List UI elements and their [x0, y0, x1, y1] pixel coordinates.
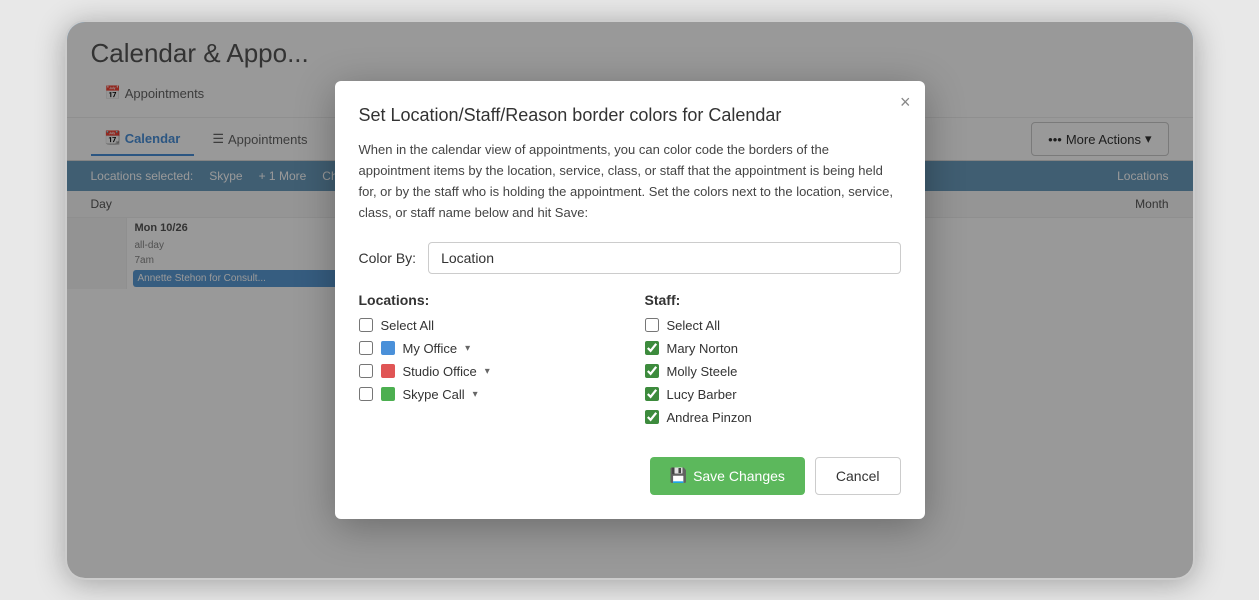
- staff-molly-steele-row: Molly Steele: [645, 364, 901, 379]
- staff-lucy-barber-checkbox[interactable]: [645, 387, 659, 401]
- locations-column: Locations: Select All My Office ▾: [359, 292, 615, 433]
- location-my-office-label: My Office: [403, 341, 458, 356]
- staff-mary-norton-label: Mary Norton: [667, 341, 739, 356]
- location-skype-call-row: Skype Call ▾: [359, 387, 615, 402]
- columns-row: Locations: Select All My Office ▾: [359, 292, 901, 433]
- skype-call-color-swatch[interactable]: [381, 387, 395, 401]
- staff-column-title: Staff:: [645, 292, 901, 308]
- location-skype-call-checkbox[interactable]: [359, 387, 373, 401]
- color-by-value-text: Location: [441, 250, 494, 266]
- staff-column: Staff: Select All Mary Norton Molly Stee…: [645, 292, 901, 433]
- modal-overlay: × Set Location/Staff/Reason border color…: [67, 22, 1193, 578]
- staff-select-all-row: Select All: [645, 318, 901, 333]
- color-by-dropdown[interactable]: Location: [428, 242, 900, 274]
- location-studio-office-label: Studio Office: [403, 364, 477, 379]
- staff-andrea-pinzon-row: Andrea Pinzon: [645, 410, 901, 425]
- ipad-frame: iPad 10:30 PM 100% ⊕ TimeTap Appointment…: [65, 20, 1195, 580]
- staff-select-all-label: Select All: [667, 318, 720, 333]
- my-office-dropdown-arrow[interactable]: ▾: [465, 343, 470, 354]
- location-studio-office-row: Studio Office ▾: [359, 364, 615, 379]
- location-select-all-label: Select All: [381, 318, 434, 333]
- staff-lucy-barber-row: Lucy Barber: [645, 387, 901, 402]
- skype-call-dropdown-arrow[interactable]: ▾: [473, 389, 478, 400]
- staff-andrea-pinzon-label: Andrea Pinzon: [667, 410, 752, 425]
- location-studio-office-checkbox[interactable]: [359, 364, 373, 378]
- staff-lucy-barber-label: Lucy Barber: [667, 387, 737, 402]
- modal-dialog: × Set Location/Staff/Reason border color…: [335, 81, 925, 518]
- save-label: Save Changes: [693, 468, 785, 484]
- studio-office-dropdown-arrow[interactable]: ▾: [485, 366, 490, 377]
- color-by-label: Color By:: [359, 250, 417, 266]
- modal-footer: 💾 Save Changes Cancel: [359, 457, 901, 495]
- location-my-office-checkbox[interactable]: [359, 341, 373, 355]
- staff-andrea-pinzon-checkbox[interactable]: [645, 410, 659, 424]
- location-select-all-checkbox[interactable]: [359, 318, 373, 332]
- staff-select-all-checkbox[interactable]: [645, 318, 659, 332]
- staff-molly-steele-label: Molly Steele: [667, 364, 738, 379]
- color-by-row: Color By: Location: [359, 242, 901, 274]
- staff-mary-norton-row: Mary Norton: [645, 341, 901, 356]
- location-select-all-row: Select All: [359, 318, 615, 333]
- location-skype-call-label: Skype Call: [403, 387, 465, 402]
- location-my-office-row: My Office ▾: [359, 341, 615, 356]
- staff-molly-steele-checkbox[interactable]: [645, 364, 659, 378]
- modal-close-button[interactable]: ×: [900, 93, 911, 111]
- studio-office-color-swatch[interactable]: [381, 364, 395, 378]
- modal-description: When in the calendar view of appointment…: [359, 140, 901, 223]
- cancel-button[interactable]: Cancel: [815, 457, 901, 495]
- save-changes-button[interactable]: 💾 Save Changes: [650, 457, 805, 495]
- locations-column-title: Locations:: [359, 292, 615, 308]
- modal-title: Set Location/Staff/Reason border colors …: [359, 105, 901, 126]
- save-icon: 💾: [670, 467, 687, 484]
- staff-mary-norton-checkbox[interactable]: [645, 341, 659, 355]
- my-office-color-swatch[interactable]: [381, 341, 395, 355]
